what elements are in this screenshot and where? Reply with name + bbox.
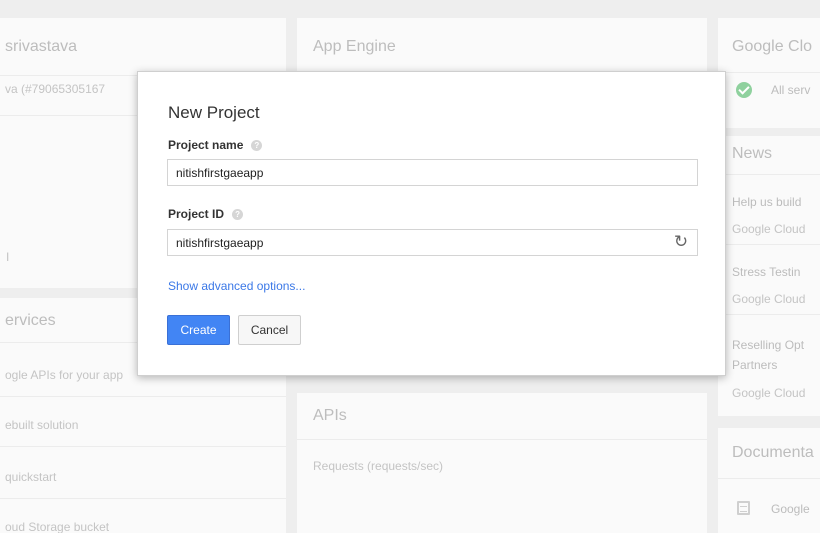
services-title: ervices [5, 312, 56, 329]
documentation-item[interactable]: Google [771, 502, 810, 516]
dialog-title: New Project [168, 103, 260, 122]
show-advanced-options-link[interactable]: Show advanced options... [168, 279, 305, 293]
news-title: News [732, 145, 773, 162]
new-project-dialog: New Project Project name ? Project ID ? … [137, 71, 726, 376]
project-number: va (#79065305167 [5, 82, 106, 96]
app-engine-title: App Engine [313, 38, 396, 55]
news-source: Google Cloud [732, 222, 806, 236]
services-item[interactable]: quickstart [5, 470, 56, 484]
project-id-input[interactable] [167, 229, 698, 256]
documentation-card: Documenta Google [718, 428, 820, 533]
cloud-status-card: Google Clo All serv [718, 18, 820, 128]
news-headline[interactable]: Help us build [732, 195, 801, 209]
cloud-status-title: Google Clo [732, 38, 813, 55]
services-item[interactable]: ogle APIs for your app [5, 368, 123, 382]
news-headline[interactable]: Stress Testin [732, 265, 800, 279]
create-button[interactable]: Create [167, 315, 230, 345]
documentation-title: Documenta [732, 444, 814, 461]
check-circle-icon [736, 82, 752, 98]
project-name-label: Project name ? [168, 138, 263, 152]
project-owner-name: srivastava [5, 38, 78, 55]
project-id-label-text: Project ID [168, 207, 225, 221]
card-divider [718, 244, 820, 245]
card-divider [297, 439, 707, 440]
card-divider [718, 478, 820, 479]
partial-text: I [6, 250, 10, 264]
news-subline: Partners [732, 358, 778, 372]
refresh-icon[interactable]: ↻ [672, 233, 690, 251]
news-card: News Help us build Google Cloud Stress T… [718, 136, 820, 416]
services-item[interactable]: oud Storage bucket [5, 520, 109, 533]
project-name-label-text: Project name [168, 138, 244, 152]
apis-title: APIs [313, 407, 347, 424]
project-name-input[interactable] [167, 159, 698, 186]
project-id-label: Project ID ? [168, 207, 244, 221]
news-source: Google Cloud [732, 386, 806, 400]
apis-card: APIs Requests (requests/sec) [297, 393, 707, 533]
card-divider [0, 396, 286, 397]
cancel-button[interactable]: Cancel [238, 315, 301, 345]
card-divider [0, 498, 286, 499]
card-divider [718, 72, 820, 73]
services-item[interactable]: ebuilt solution [5, 418, 78, 432]
news-source: Google Cloud [732, 292, 806, 306]
help-icon[interactable]: ? [232, 208, 244, 220]
news-headline[interactable]: Reselling Opt [732, 338, 804, 352]
help-icon[interactable]: ? [251, 139, 263, 151]
card-divider [0, 446, 286, 447]
document-icon [737, 501, 750, 515]
card-divider [718, 174, 820, 175]
card-divider [718, 314, 820, 315]
cloud-status-text: All serv [771, 83, 811, 97]
apis-subtitle: Requests (requests/sec) [313, 459, 444, 473]
